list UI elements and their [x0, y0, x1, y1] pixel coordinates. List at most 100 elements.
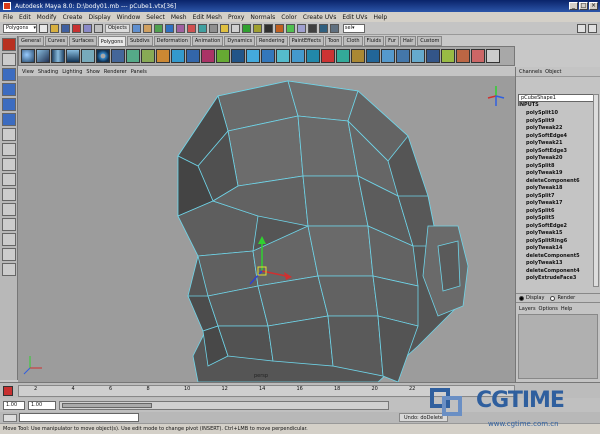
- menu-help[interactable]: Help: [374, 14, 388, 21]
- combine-icon[interactable]: [126, 49, 140, 63]
- separate-icon[interactable]: [141, 49, 155, 63]
- input-node[interactable]: polySoftEdge4: [526, 133, 600, 141]
- paint-select-tool-icon[interactable]: [1, 68, 16, 81]
- input-node[interactable]: polySoftEdge3: [526, 148, 600, 156]
- bevel-icon[interactable]: [336, 49, 350, 63]
- boolean-difference-icon[interactable]: [201, 49, 215, 63]
- channels-menu[interactable]: Channels: [519, 69, 542, 75]
- select-object-icon[interactable]: [83, 23, 92, 33]
- layout-four-icon[interactable]: [1, 173, 16, 186]
- input-node[interactable]: deleteComponent4: [526, 268, 600, 276]
- rotate-tool-icon[interactable]: [1, 98, 16, 111]
- tab-dynamics[interactable]: Dynamics: [224, 36, 256, 46]
- input-node[interactable]: polyTweak19: [526, 170, 600, 178]
- input-node[interactable]: polyTweak13: [526, 260, 600, 268]
- menu-proxy[interactable]: Proxy: [228, 14, 244, 21]
- tab-deformation[interactable]: Deformation: [153, 36, 191, 46]
- harden-edge-icon[interactable]: [426, 49, 440, 63]
- poly-plane-icon[interactable]: [81, 49, 95, 63]
- tab-hair[interactable]: Hair: [399, 36, 417, 46]
- input-node[interactable]: polySplit5: [526, 215, 600, 223]
- menu-create[interactable]: Create: [63, 14, 83, 21]
- quick-select-field[interactable]: sel▾: [342, 23, 365, 33]
- boolean-intersection-icon[interactable]: [216, 49, 230, 63]
- toggle-attribute-editor-icon[interactable]: [588, 23, 597, 33]
- layout-graph-icon[interactable]: [1, 233, 16, 246]
- playback-range-slider[interactable]: [59, 400, 389, 410]
- tab-painteffects[interactable]: PaintEffects: [288, 36, 324, 46]
- uv-editor-icon[interactable]: [456, 49, 470, 63]
- mel-toggle[interactable]: [3, 413, 17, 422]
- menu-mesh[interactable]: Mesh: [171, 14, 187, 21]
- tab-polygons[interactable]: Polygons: [97, 36, 126, 46]
- layout-hypershade-icon[interactable]: [1, 248, 16, 261]
- bridge-icon[interactable]: [261, 49, 275, 63]
- pick-deformers-icon[interactable]: [175, 23, 185, 33]
- layer-list-area[interactable]: [518, 314, 598, 379]
- tab-animation[interactable]: Animation: [191, 36, 224, 46]
- menu-modify[interactable]: Modify: [37, 14, 57, 21]
- move-tool-icon[interactable]: [1, 83, 16, 96]
- pick-curves-icon[interactable]: [153, 23, 163, 33]
- maximize-button[interactable]: □: [579, 2, 588, 10]
- merge-vertices-icon[interactable]: [321, 49, 335, 63]
- quadrangulate-icon[interactable]: [396, 49, 410, 63]
- minimize-button[interactable]: _: [569, 2, 578, 10]
- close-button[interactable]: ×: [589, 2, 598, 10]
- objects-label[interactable]: Objects: [105, 23, 130, 33]
- time-slider-start-icon[interactable]: [3, 386, 13, 396]
- display-radio[interactable]: [519, 295, 524, 301]
- shape-node-name[interactable]: pCubeShape1: [518, 94, 598, 102]
- snap-view-plane-icon[interactable]: [274, 23, 284, 33]
- tab-curves[interactable]: Curves: [44, 36, 69, 46]
- snap-curve-icon[interactable]: [252, 23, 262, 33]
- input-node[interactable]: polySplit10: [526, 110, 600, 118]
- panel-menu-renderer[interactable]: Renderer: [104, 69, 127, 75]
- select-component-icon[interactable]: [94, 23, 103, 33]
- panel-menu-lighting[interactable]: Lighting: [62, 69, 82, 75]
- tab-fluids[interactable]: Fluids: [363, 36, 385, 46]
- smooth-icon[interactable]: [171, 49, 185, 63]
- tab-cloth[interactable]: Cloth: [343, 36, 363, 46]
- channel-box-scrollbar[interactable]: [593, 94, 599, 287]
- menu-create-uvs[interactable]: Create UVs: [303, 14, 336, 21]
- split-polygon-icon[interactable]: [291, 49, 305, 63]
- render-globals-icon[interactable]: [329, 23, 339, 33]
- last-tool-icon[interactable]: [1, 143, 16, 156]
- toggle-channel-box-icon[interactable]: [577, 23, 586, 33]
- layout-outliner-icon[interactable]: [1, 218, 16, 231]
- input-node[interactable]: polySplit6: [526, 208, 600, 216]
- input-node[interactable]: polySplitRing6: [526, 238, 600, 246]
- new-scene-icon[interactable]: [39, 23, 48, 33]
- poly-sphere-icon[interactable]: [21, 49, 35, 63]
- pick-joints-icon[interactable]: [142, 23, 152, 33]
- range-thumb[interactable]: [62, 402, 152, 408]
- select-hierarchy-icon[interactable]: [72, 23, 81, 33]
- planar-mapping-icon[interactable]: [441, 49, 455, 63]
- input-node[interactable]: deleteComponent6: [526, 178, 600, 186]
- tab-general[interactable]: General: [18, 36, 44, 46]
- select-tool-icon[interactable]: [1, 38, 16, 51]
- poly-pipe-icon[interactable]: [111, 49, 125, 63]
- layers-menu[interactable]: Layers: [519, 306, 536, 312]
- input-node[interactable]: polySoftEdge2: [526, 223, 600, 231]
- insert-edge-loop-icon[interactable]: [306, 49, 320, 63]
- soften-edge-icon[interactable]: [411, 49, 425, 63]
- pick-handles-icon[interactable]: [131, 23, 141, 33]
- tab-fur[interactable]: Fur: [385, 36, 399, 46]
- panel-menu-show[interactable]: Show: [86, 69, 100, 75]
- tab-subdivs[interactable]: Subdivs: [127, 36, 153, 46]
- input-node[interactable]: deleteComponent5: [526, 253, 600, 261]
- manipulator-tool-icon[interactable]: [1, 128, 16, 141]
- input-node[interactable]: polySplit9: [526, 118, 600, 126]
- pick-dynamics-icon[interactable]: [186, 23, 196, 33]
- input-node[interactable]: polyTweak21: [526, 140, 600, 148]
- append-polygon-icon[interactable]: [276, 49, 290, 63]
- lock-selection-icon[interactable]: [219, 23, 229, 33]
- save-scene-icon[interactable]: [61, 23, 70, 33]
- menu-color[interactable]: Color: [281, 14, 297, 21]
- input-node[interactable]: polyTweak18: [526, 185, 600, 193]
- reduce-icon[interactable]: [366, 49, 380, 63]
- menu-window[interactable]: Window: [117, 14, 141, 21]
- highlight-selection-icon[interactable]: [230, 23, 240, 33]
